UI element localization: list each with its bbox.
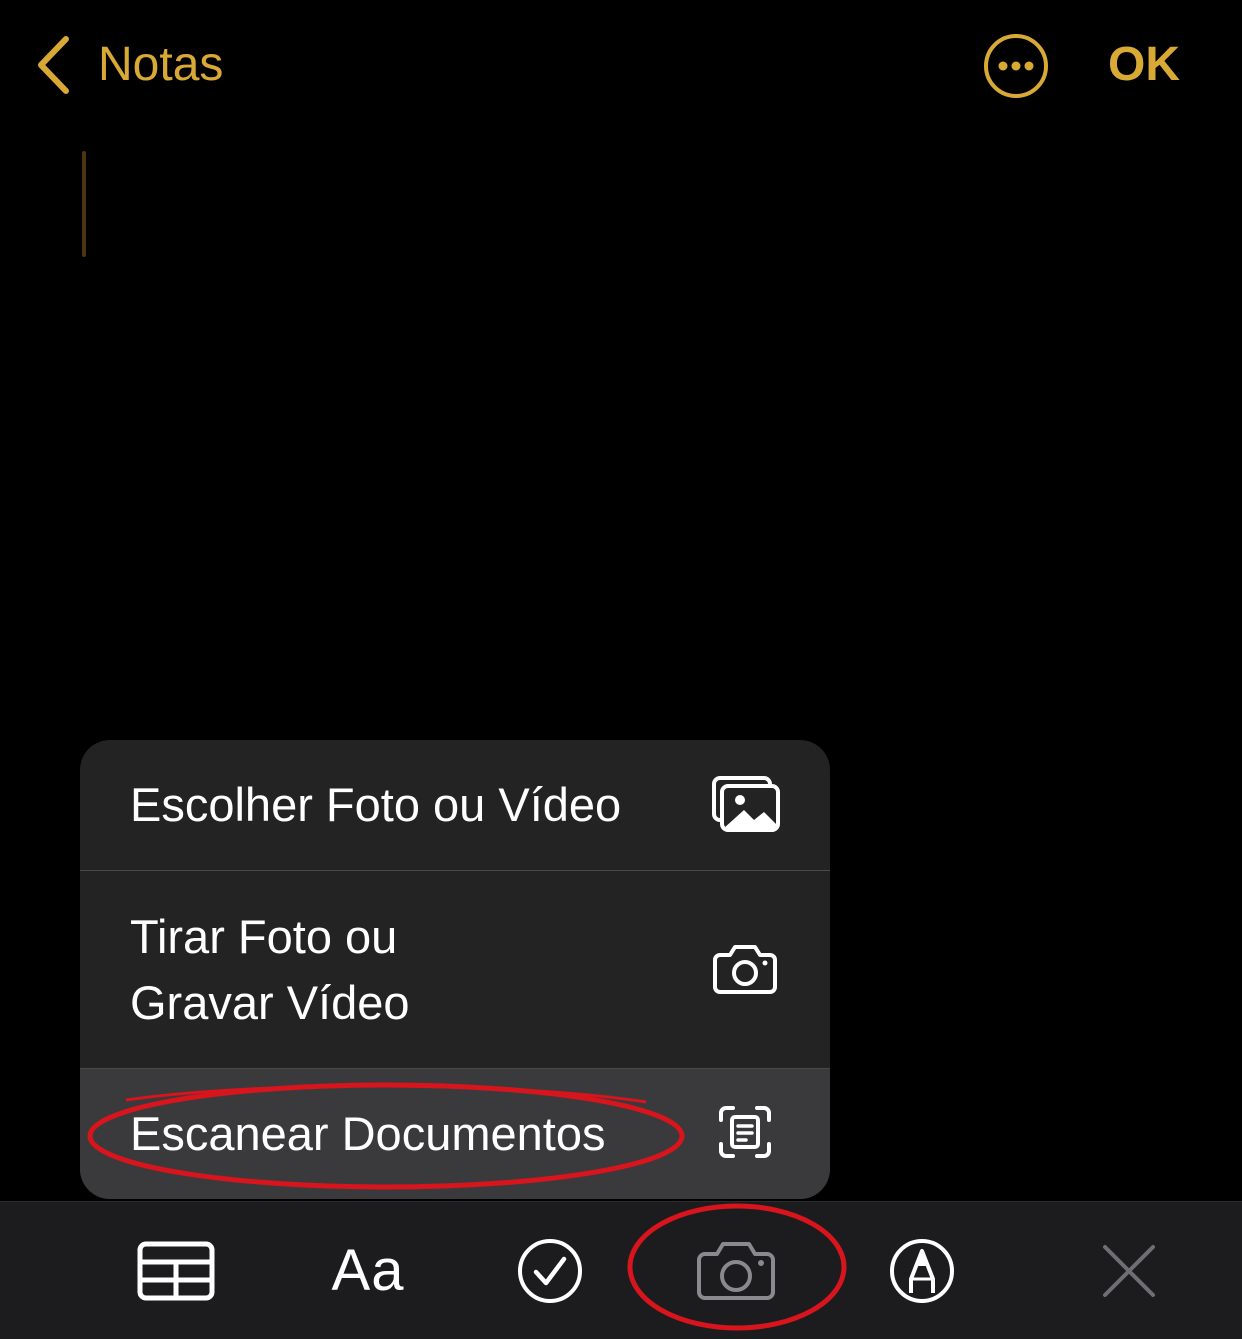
checklist-button[interactable]: [508, 1202, 592, 1339]
text-format-icon: Aa: [331, 1238, 405, 1303]
text-format-button[interactable]: Aa: [318, 1202, 418, 1339]
more-options-button[interactable]: [982, 32, 1050, 100]
menu-item-choose-photo-video[interactable]: Escolher Foto ou Vídeo: [80, 740, 830, 870]
markup-button[interactable]: [880, 1202, 964, 1339]
menu-item-scan-documents[interactable]: Escanear Documentos: [80, 1069, 830, 1199]
camera-icon: [697, 1241, 775, 1300]
back-button[interactable]: Notas: [34, 28, 223, 102]
menu-item-label: Escolher Foto ou Vídeo: [130, 778, 622, 831]
note-body[interactable]: [0, 130, 1242, 730]
photo-library-icon: [712, 776, 780, 834]
table-icon: [137, 1241, 215, 1300]
note-toolbar: Aa: [0, 1201, 1242, 1339]
markup-icon: [890, 1238, 954, 1303]
menu-item-label: Escanear Documentos: [130, 1107, 606, 1160]
back-button-label: Notas: [98, 38, 224, 91]
close-icon: [1103, 1244, 1155, 1297]
menu-item-take-photo-video[interactable]: Tirar Foto ou Gravar Vídeo: [80, 871, 830, 1068]
table-button[interactable]: [130, 1202, 222, 1339]
checklist-icon: [518, 1238, 582, 1303]
chevron-left-icon: [38, 36, 69, 94]
ellipsis-circle-icon: [984, 34, 1048, 98]
done-button[interactable]: OK: [1108, 30, 1180, 100]
text-cursor: [82, 151, 86, 257]
close-button[interactable]: [1094, 1202, 1164, 1339]
menu-item-label: Tirar Foto ou Gravar Vídeo: [130, 910, 410, 1029]
document-scanner-icon: [718, 1105, 772, 1159]
camera-button[interactable]: [690, 1202, 782, 1339]
attachment-menu: Escolher Foto ou Vídeo Tirar Foto ou Gra…: [80, 740, 830, 1199]
camera-icon: [712, 943, 778, 995]
